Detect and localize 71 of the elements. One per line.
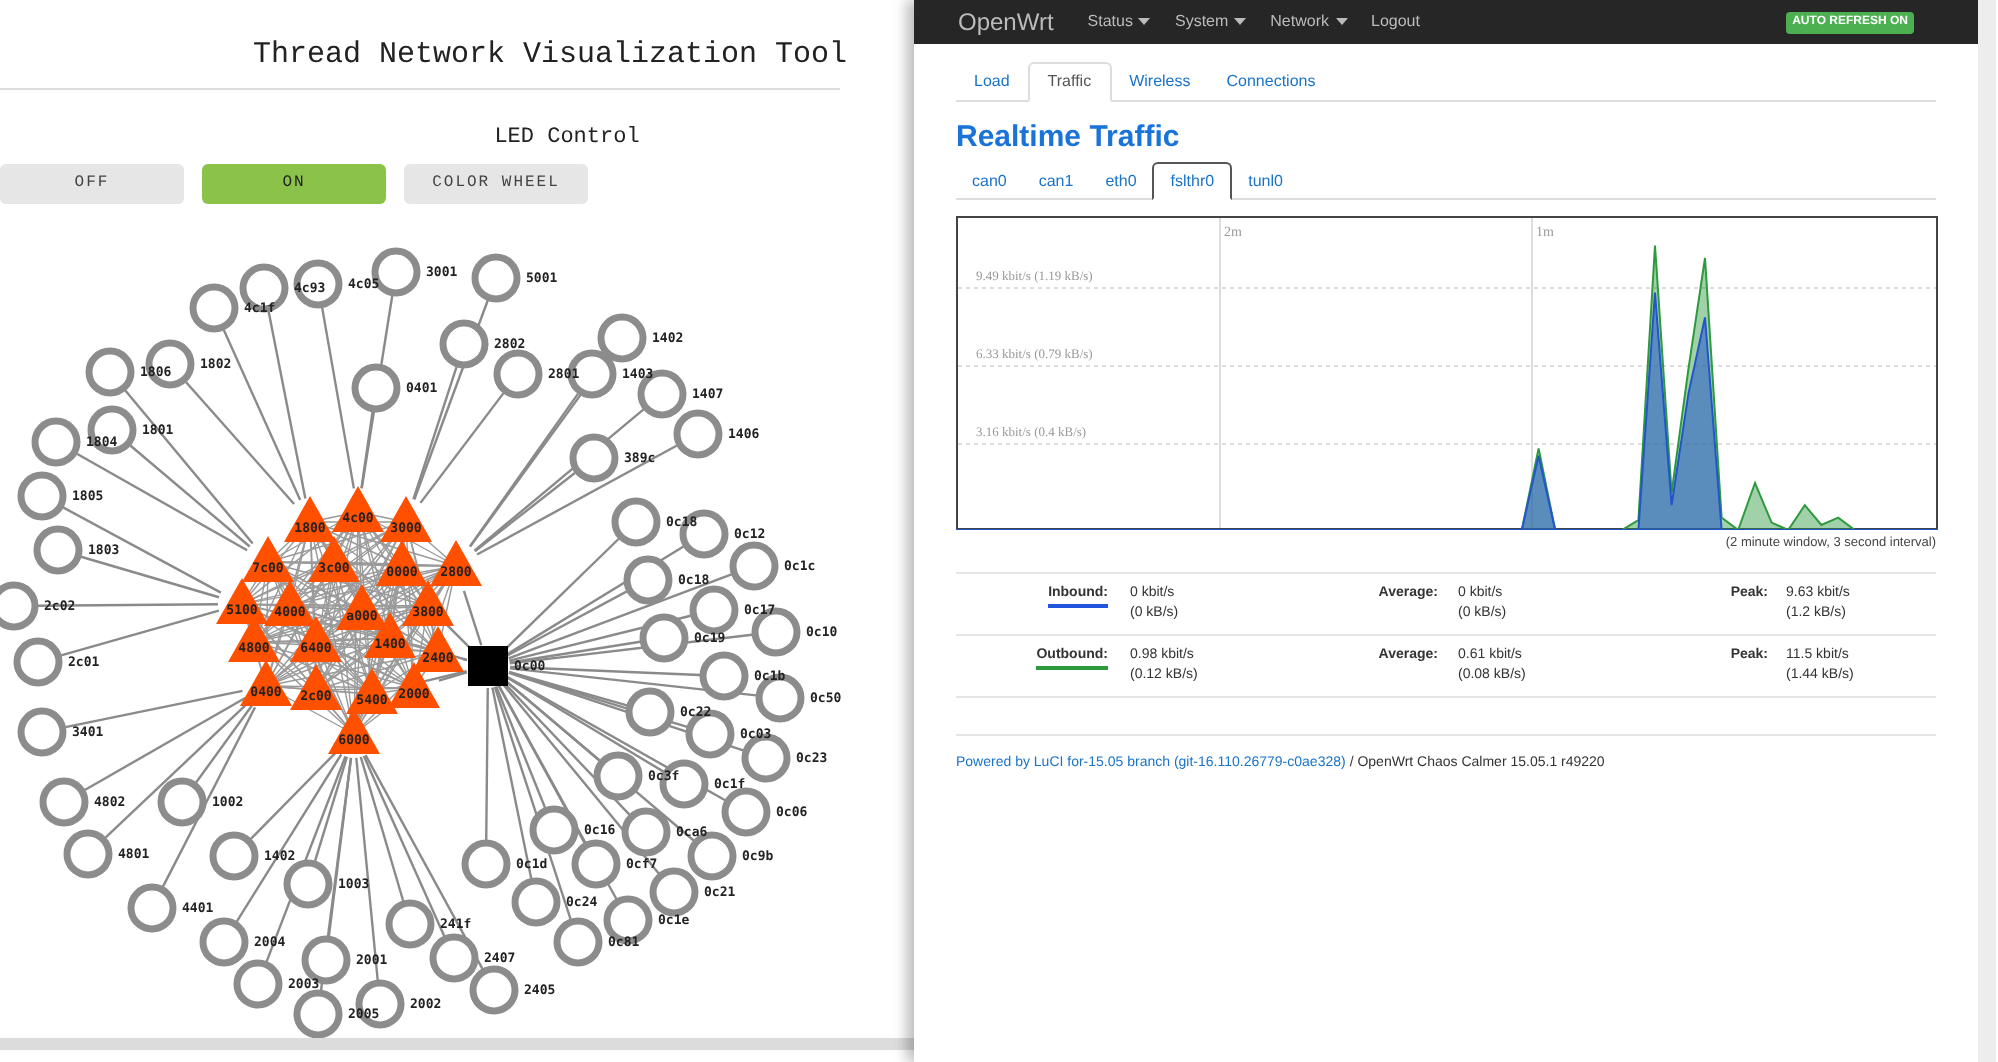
child-node[interactable] — [571, 839, 621, 889]
child-node[interactable] — [593, 751, 643, 801]
child-node[interactable] — [597, 313, 647, 363]
child-node[interactable] — [699, 651, 749, 701]
child-node[interactable] — [729, 541, 779, 591]
child-node[interactable] — [471, 253, 521, 303]
child-node[interactable] — [199, 917, 249, 967]
child-node[interactable] — [189, 283, 239, 333]
child-node[interactable] — [127, 883, 177, 933]
interface-tab[interactable]: fslthr0 — [1152, 162, 1233, 200]
child-node[interactable] — [33, 525, 83, 575]
child-node[interactable] — [553, 917, 603, 967]
child-node[interactable] — [603, 895, 653, 945]
child-node[interactable] — [209, 831, 259, 881]
child-node[interactable] — [611, 497, 661, 547]
child-node[interactable] — [31, 417, 81, 467]
child-node[interactable] — [39, 777, 89, 827]
child-node[interactable] — [461, 839, 511, 889]
interface-tab[interactable]: tunl0 — [1232, 162, 1299, 200]
child-node[interactable] — [469, 965, 519, 1015]
child-node[interactable] — [157, 777, 207, 827]
nav-menu[interactable]: Network — [1270, 10, 1347, 34]
tab[interactable]: Connections — [1208, 62, 1334, 102]
scrollbar[interactable] — [1978, 0, 1996, 1062]
child-node[interactable] — [385, 899, 435, 949]
led-button[interactable]: COLOR WHEEL — [404, 164, 588, 204]
child-node[interactable] — [293, 259, 343, 309]
child-node[interactable] — [623, 555, 673, 605]
interface-tab[interactable]: can0 — [956, 162, 1023, 200]
child-node[interactable] — [639, 613, 689, 663]
child-node[interactable] — [621, 807, 671, 857]
tab[interactable]: Load — [956, 62, 1028, 102]
child-node[interactable] — [63, 829, 113, 879]
child-node[interactable] — [689, 585, 739, 635]
child-node[interactable] — [493, 349, 543, 399]
leader-node[interactable] — [468, 646, 508, 686]
child-node[interactable] — [145, 339, 195, 389]
child-node[interactable] — [625, 687, 675, 737]
interface-tab[interactable]: eth0 — [1089, 162, 1153, 200]
child-node[interactable] — [673, 409, 723, 459]
child-node[interactable] — [0, 581, 39, 631]
child-node[interactable] — [649, 867, 699, 917]
child-node[interactable] — [87, 405, 137, 455]
tab[interactable]: Traffic — [1027, 62, 1112, 102]
section-label: LED Control — [494, 124, 640, 152]
child-node[interactable] — [283, 859, 333, 909]
child-node[interactable] — [351, 363, 401, 413]
page-heading: Realtime Traffic — [956, 120, 1182, 156]
child-node[interactable] — [85, 347, 135, 397]
child-node[interactable] — [511, 877, 561, 927]
child-node[interactable] — [755, 673, 805, 723]
child-node[interactable] — [529, 805, 579, 855]
tab[interactable]: Wireless — [1111, 62, 1209, 102]
child-node[interactable] — [233, 959, 283, 1009]
interface-tab[interactable]: can1 — [1022, 162, 1090, 200]
brand-logo[interactable]: OpenWrt — [958, 4, 1054, 40]
child-node[interactable] — [17, 707, 67, 757]
child-node[interactable] — [17, 471, 67, 521]
child-node[interactable] — [13, 637, 63, 687]
led-button[interactable]: OFF — [0, 164, 184, 204]
child-node[interactable] — [293, 989, 343, 1038]
nav-menu[interactable]: System — [1174, 10, 1247, 34]
child-node[interactable] — [429, 933, 479, 983]
child-node[interactable] — [439, 319, 489, 369]
led-button[interactable]: ON — [202, 164, 386, 204]
nav-menu[interactable]: Logout — [1371, 10, 1420, 34]
scrollbar[interactable] — [0, 1038, 914, 1050]
page-title: Thread Network Visualization Tool — [252, 36, 848, 76]
child-node[interactable] — [569, 433, 619, 483]
nav-menu[interactable]: Status — [1087, 10, 1151, 34]
child-node[interactable] — [721, 787, 771, 837]
